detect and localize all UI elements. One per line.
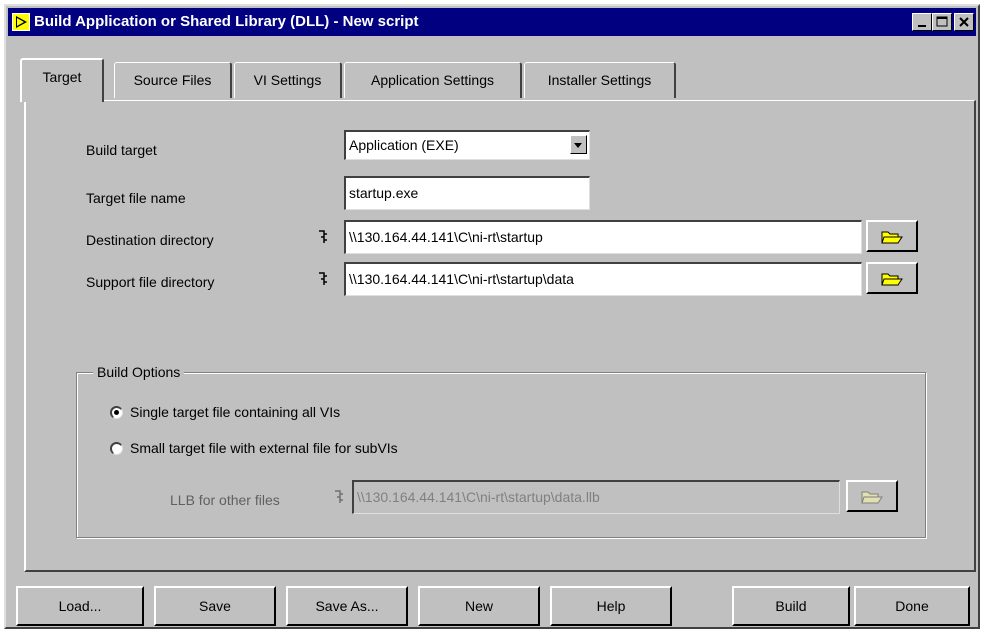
destination-browse-button[interactable] (866, 220, 918, 252)
tab-label: Target (42, 69, 82, 85)
close-button[interactable] (954, 13, 974, 31)
target-file-name-label: Target file name (86, 190, 186, 206)
folder-open-icon (881, 231, 903, 244)
build-options-title: Build Options (93, 363, 185, 381)
destination-directory-label: Destination directory (86, 232, 214, 248)
folder-open-icon (881, 273, 903, 286)
title-bar[interactable]: Build Application or Shared Library (DLL… (8, 8, 976, 36)
path-icon (318, 272, 328, 289)
tab-label: VI Settings (253, 72, 322, 88)
destination-directory-field[interactable]: \\130.164.44.141\C\ni-rt\startup (344, 220, 862, 254)
llb-browse-button (846, 480, 898, 512)
tab-vi-settings[interactable]: VI Settings (234, 62, 342, 98)
llb-path-field: \\130.164.44.141\C\ni-rt\startup\data.ll… (352, 480, 840, 514)
tab-target[interactable]: Target (20, 58, 104, 102)
radio-selected-dot (114, 410, 119, 415)
support-file-directory-label: Support file directory (86, 274, 215, 290)
maximize-button[interactable] (932, 13, 952, 31)
support-browse-button[interactable] (866, 262, 918, 294)
new-button[interactable]: New (418, 586, 540, 626)
llb-label: LLB for other files (170, 492, 280, 508)
llb-path-value: \\130.164.44.141\C\ni-rt\startup\data.ll… (357, 489, 600, 505)
target-file-name-value: startup.exe (349, 185, 419, 201)
save-as-button[interactable]: Save As... (286, 586, 408, 626)
small-target-label[interactable]: Small target file with external file for… (130, 440, 398, 456)
support-file-directory-field[interactable]: \\130.164.44.141\C\ni-rt\startup\data (344, 262, 862, 296)
tab-application-settings[interactable]: Application Settings (344, 62, 522, 98)
tab-label: Application Settings (371, 72, 494, 88)
tab-label: Installer Settings (547, 72, 652, 88)
build-target-label: Build target (86, 142, 157, 158)
single-target-label[interactable]: Single target file containing all VIs (130, 404, 340, 420)
chevron-down-icon (574, 143, 582, 148)
tab-label: Source Files (133, 72, 212, 88)
build-target-dropdown[interactable]: Application (EXE) (344, 130, 590, 160)
tab-source-files[interactable]: Source Files (114, 62, 232, 98)
path-icon (318, 230, 328, 247)
save-button[interactable]: Save (154, 586, 276, 626)
window-title: Build Application or Shared Library (DLL… (34, 13, 419, 30)
folder-open-icon (861, 491, 883, 504)
build-application-dialog: Build Application or Shared Library (DLL… (4, 4, 980, 629)
help-button[interactable]: Help (550, 586, 672, 626)
labview-run-arrow-icon (12, 13, 30, 31)
destination-directory-value: \\130.164.44.141\C\ni-rt\startup (349, 229, 543, 245)
build-target-value: Application (EXE) (349, 137, 459, 153)
minimize-button[interactable] (912, 13, 932, 31)
tab-installer-settings[interactable]: Installer Settings (524, 62, 676, 98)
done-button[interactable]: Done (854, 586, 970, 626)
load-button[interactable]: Load... (16, 586, 144, 626)
path-icon (334, 490, 344, 507)
build-button[interactable]: Build (732, 586, 850, 626)
dropdown-arrow-button[interactable] (570, 135, 587, 154)
small-target-radio[interactable] (110, 442, 123, 455)
target-file-name-field[interactable]: startup.exe (344, 176, 590, 210)
single-target-radio[interactable] (110, 406, 123, 419)
support-file-directory-value: \\130.164.44.141\C\ni-rt\startup\data (349, 271, 574, 287)
